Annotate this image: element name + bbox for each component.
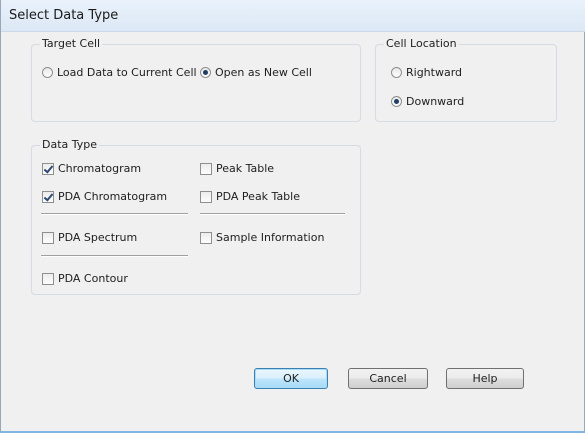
- radio-indicator[interactable]: [42, 67, 53, 78]
- target-cell-group: Target Cell: [31, 37, 361, 122]
- downward-radio[interactable]: Downward: [391, 95, 464, 108]
- sample-information-checkbox[interactable]: Sample Information: [200, 231, 324, 244]
- sample-information-label: Sample Information: [216, 231, 325, 244]
- select-data-type-dialog: Select Data Type Target Cell Load Data t…: [0, 0, 585, 433]
- pda-spectrum-label: PDA Spectrum: [58, 231, 138, 244]
- data-type-label: Data Type: [40, 138, 100, 151]
- rightward-radio[interactable]: Rightward: [391, 66, 462, 79]
- peak-table-checkbox[interactable]: Peak Table: [200, 162, 274, 175]
- open-as-new-cell-radio[interactable]: Open as New Cell: [200, 66, 312, 79]
- checkbox[interactable]: [200, 190, 212, 203]
- radio-indicator-selected[interactable]: [200, 67, 211, 78]
- chromatogram-checkbox[interactable]: Chromatogram: [42, 162, 141, 175]
- load-to-current-cell-label: Load Data to Current Cell: [57, 66, 197, 79]
- pda-spectrum-checkbox[interactable]: PDA Spectrum: [42, 231, 137, 244]
- checkbox[interactable]: [200, 162, 212, 175]
- separator-right-1: [200, 213, 345, 215]
- chromatogram-label: Chromatogram: [58, 162, 142, 175]
- separator-left-1: [41, 213, 188, 215]
- cancel-button[interactable]: Cancel: [348, 368, 428, 389]
- pda-chromatogram-checkbox[interactable]: PDA Chromatogram: [42, 190, 167, 203]
- radio-indicator[interactable]: [391, 67, 402, 78]
- title-bar[interactable]: Select Data Type: [1, 0, 585, 32]
- checkbox-checked[interactable]: [42, 190, 54, 203]
- downward-label: Downward: [406, 95, 465, 108]
- pda-contour-label: PDA Contour: [58, 272, 128, 285]
- peak-table-label: Peak Table: [216, 162, 275, 175]
- pda-peak-table-label: PDA Peak Table: [216, 190, 300, 203]
- cell-location-group: Cell Location: [375, 37, 557, 122]
- help-button[interactable]: Help: [446, 368, 524, 389]
- cell-location-label: Cell Location: [384, 37, 459, 50]
- pda-peak-table-checkbox[interactable]: PDA Peak Table: [200, 190, 300, 203]
- target-cell-label: Target Cell: [40, 37, 103, 50]
- dialog-title: Select Data Type: [9, 8, 119, 23]
- load-to-current-cell-radio[interactable]: Load Data to Current Cell: [42, 66, 197, 79]
- pda-contour-checkbox[interactable]: PDA Contour: [42, 272, 128, 285]
- separator-left-2: [41, 255, 188, 257]
- radio-indicator-selected[interactable]: [391, 96, 402, 107]
- ok-button[interactable]: OK: [254, 368, 328, 389]
- pda-chromatogram-label: PDA Chromatogram: [58, 190, 168, 203]
- checkbox[interactable]: [42, 231, 54, 244]
- checkbox-checked[interactable]: [42, 162, 54, 175]
- checkbox[interactable]: [200, 231, 212, 244]
- open-as-new-cell-label: Open as New Cell: [215, 66, 312, 79]
- checkbox[interactable]: [42, 272, 54, 285]
- rightward-label: Rightward: [406, 66, 463, 79]
